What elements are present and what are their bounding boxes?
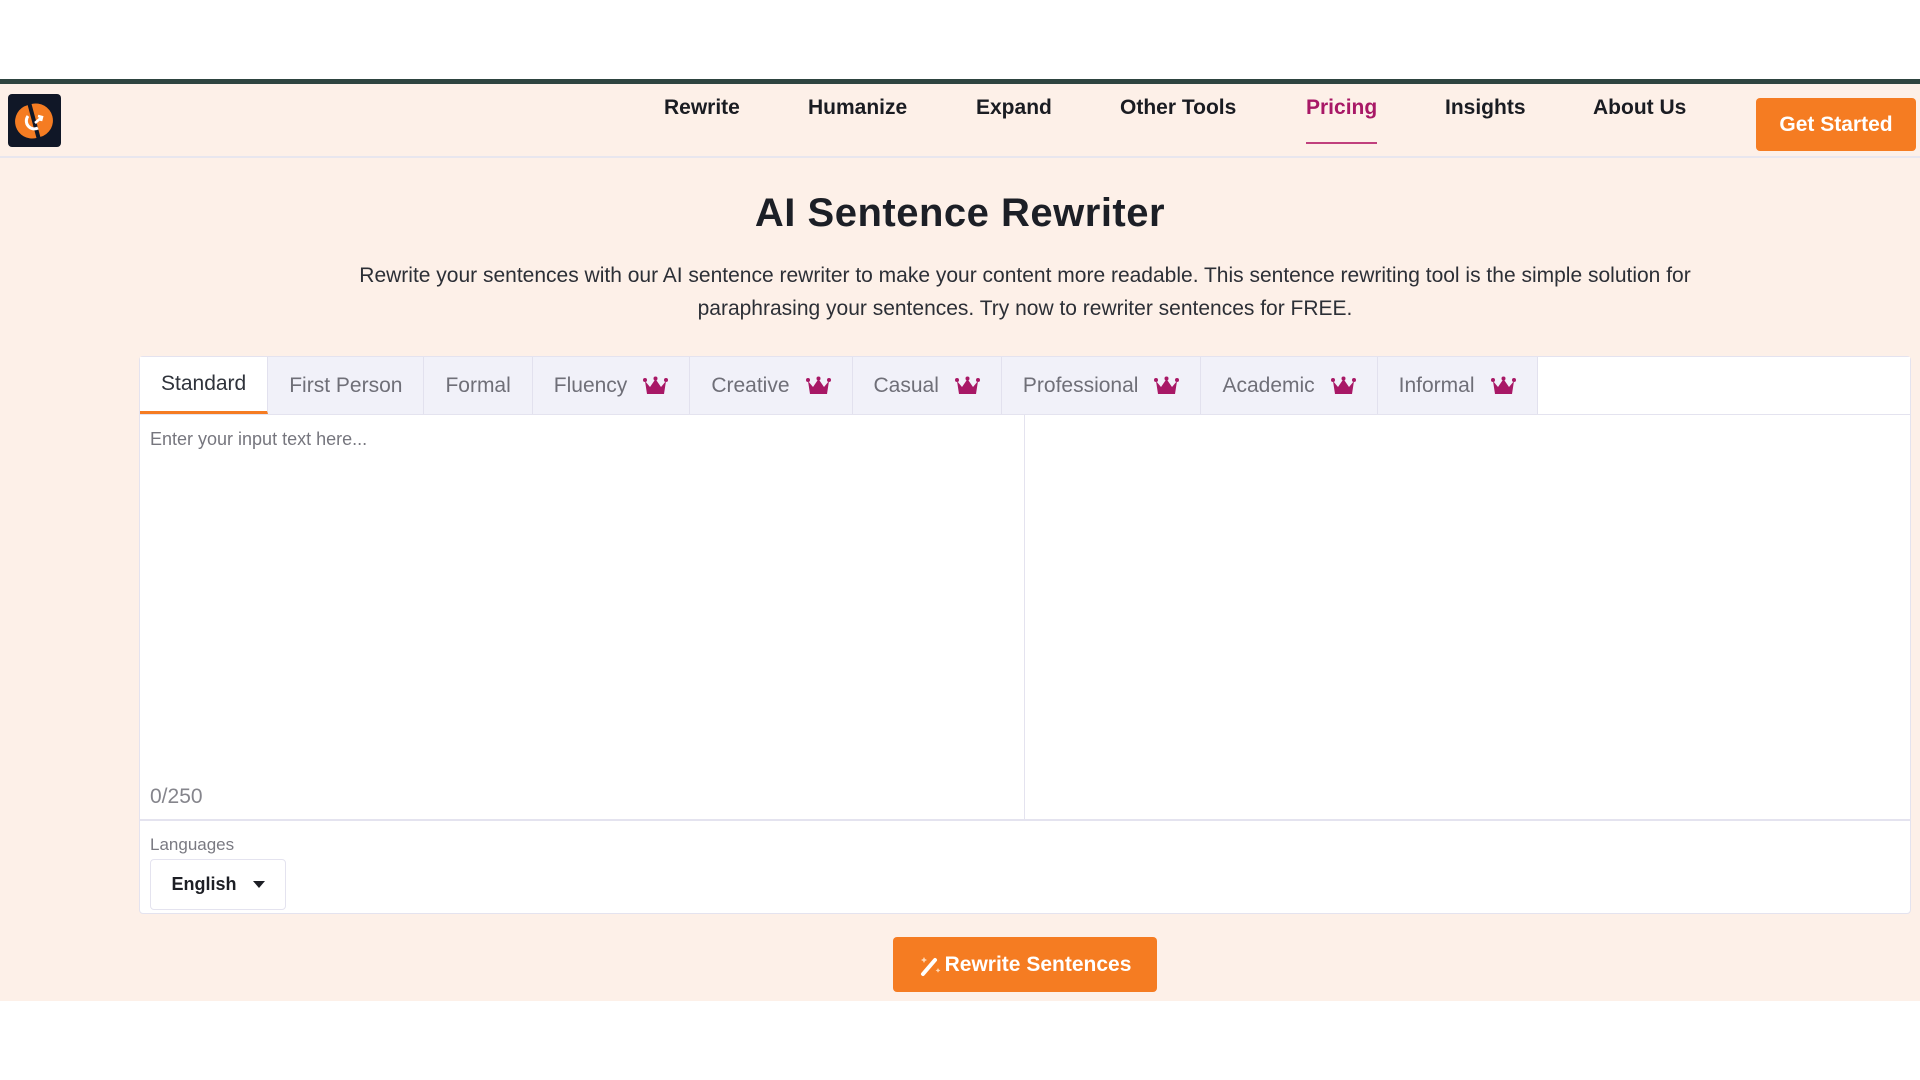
logo-icon <box>15 103 53 139</box>
tab-formal[interactable]: Formal <box>424 357 533 414</box>
crown-icon <box>1154 376 1180 394</box>
tab-label: Standard <box>161 372 247 395</box>
navbar: Rewrite Humanize Expand Other Tools Pric… <box>0 84 1920 158</box>
top-blank-area <box>0 0 1920 79</box>
get-started-button[interactable]: Get Started <box>1756 98 1916 151</box>
tab-label: Informal <box>1398 373 1475 397</box>
tab-label: Fluency <box>553 373 628 397</box>
language-select[interactable]: English <box>150 859 286 910</box>
rewrite-sentences-label: Rewrite Sentences <box>944 952 1132 976</box>
caret-down-icon <box>252 881 265 888</box>
tab-fluency[interactable]: Fluency <box>532 357 691 414</box>
mode-tabs: Standard First Person Formal Fluency Creativ… <box>140 357 1910 415</box>
tab-first-person[interactable]: First Person <box>268 357 425 414</box>
nav-expand[interactable]: Expand <box>976 84 1052 156</box>
input-textarea[interactable] <box>140 415 1024 819</box>
page-description: Rewrite your sentences with our AI sente… <box>359 264 1691 320</box>
input-pane: 0/250 <box>140 415 1025 819</box>
nav-other-tools[interactable]: Other Tools <box>1120 84 1236 156</box>
tab-label: Academic <box>1222 373 1315 397</box>
character-counter: 0/250 <box>150 785 203 808</box>
tabs-spacer <box>1537 357 1910 414</box>
tab-label: Professional <box>1022 373 1139 397</box>
language-selected-value: English <box>171 874 237 894</box>
crown-icon <box>1490 376 1516 394</box>
nav-about-us[interactable]: About Us <box>1593 84 1686 156</box>
magic-wand-icon <box>920 956 941 976</box>
options-bar: Languages English <box>140 819 1910 914</box>
languages-label: Languages <box>150 835 235 854</box>
tab-label: Creative <box>711 373 790 397</box>
nav-humanize[interactable]: Humanize <box>808 84 907 156</box>
tab-label: Formal <box>445 373 511 397</box>
tab-professional[interactable]: Professional <box>1001 357 1202 414</box>
page-title: AI Sentence Rewriter <box>754 191 1166 235</box>
nav-insights[interactable]: Insights <box>1445 84 1526 156</box>
rewrite-sentences-button[interactable]: Rewrite Sentences <box>893 937 1157 992</box>
crown-icon <box>805 376 831 394</box>
page: Rewrite Humanize Expand Other Tools Pric… <box>0 79 1920 1001</box>
crown-icon <box>954 376 980 394</box>
tab-academic[interactable]: Academic <box>1201 357 1378 414</box>
tab-creative[interactable]: Creative <box>690 357 853 414</box>
nav-pricing[interactable]: Pricing <box>1306 84 1378 156</box>
tab-casual[interactable]: Casual <box>852 357 1002 414</box>
output-pane <box>1026 415 1910 819</box>
crown-icon <box>643 376 669 394</box>
tab-label: Casual <box>873 373 939 397</box>
logo[interactable] <box>8 94 61 147</box>
crown-icon <box>1330 376 1356 394</box>
nav-rewrite[interactable]: Rewrite <box>664 84 740 156</box>
tab-label: First Person <box>289 373 403 397</box>
rewriter-card: Standard First Person Formal Fluency Creativ… <box>139 356 1911 914</box>
tab-standard[interactable]: Standard <box>140 357 269 414</box>
tab-informal[interactable]: Informal <box>1377 357 1538 414</box>
